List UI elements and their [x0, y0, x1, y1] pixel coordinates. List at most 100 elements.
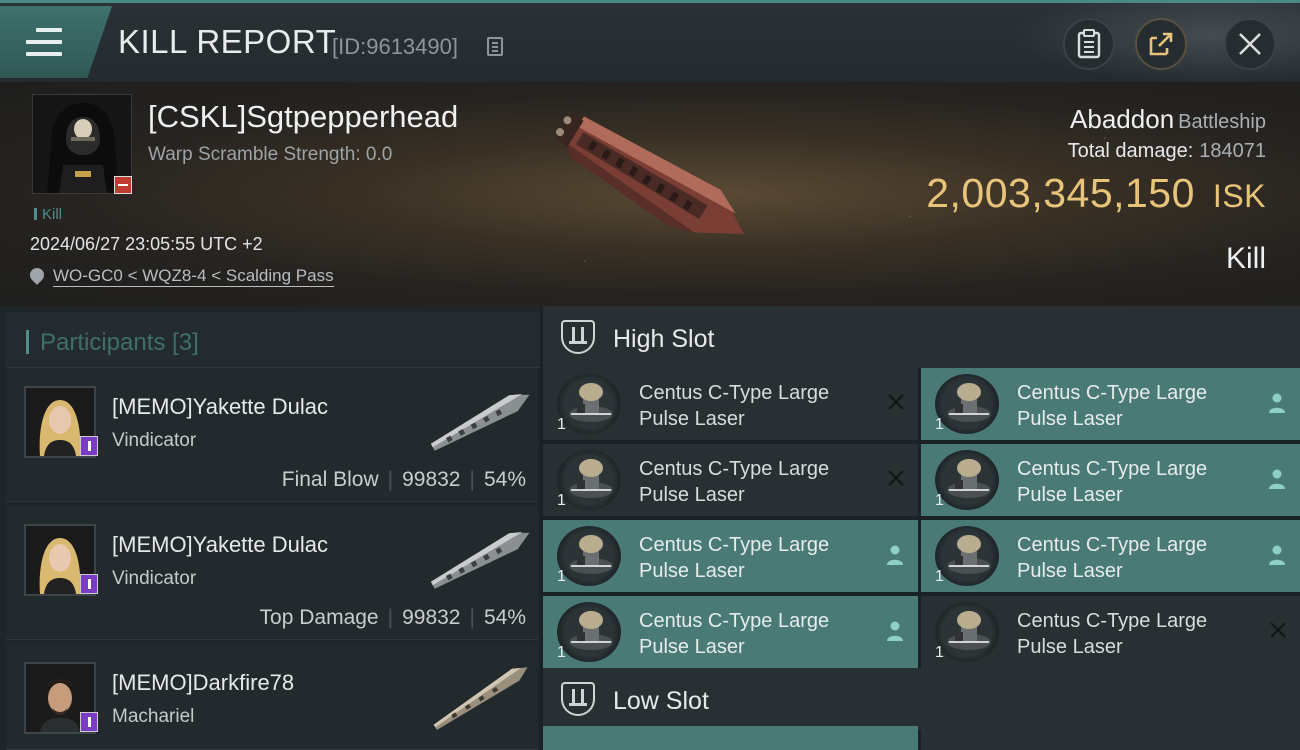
low-slot-header[interactable]: Low Slot — [543, 668, 1300, 730]
share-icon — [1149, 32, 1173, 56]
item-name-line2: Pulse Laser — [639, 636, 745, 658]
participant-role: Final Blow — [281, 468, 379, 491]
participant-name[interactable]: [MEMO]Yakette Dulac — [112, 532, 328, 558]
participants-header: Participants [3] — [6, 312, 540, 368]
total-damage: Total damage: 184071 — [1068, 140, 1266, 163]
item-name: Centus C-Type Large Pulse Laser — [1017, 608, 1247, 660]
high-slot-label: High Slot — [613, 325, 715, 353]
high-slot-icon — [561, 320, 595, 354]
isk-unit: ISK — [1212, 178, 1266, 214]
item-name-line1: Centus C-Type Large — [1017, 610, 1208, 632]
alliance-badge — [80, 436, 98, 456]
page-title: KILL REPORT — [118, 23, 337, 60]
location-pin-icon — [27, 265, 47, 285]
victim-ship-name[interactable]: Abaddon Battleship — [1070, 104, 1266, 135]
high-slot-header[interactable]: High Slot — [543, 306, 1300, 368]
item-quantity: 1 — [935, 568, 944, 585]
fitting-item[interactable]: 1 Centus C-Type Large Pulse Laser — [921, 596, 1300, 668]
item-icon-frame — [557, 374, 621, 434]
participant-ship-image — [430, 393, 530, 451]
item-quantity: 1 — [935, 644, 944, 661]
destroyed-x-icon — [886, 392, 906, 412]
participant-stats: Top Damage | 99832 | 54% — [259, 606, 526, 629]
kill-datetime: 2024/06/27 23:05:55 UTC +2 — [30, 234, 263, 254]
participant-row[interactable]: [MEMO]Yakette Dulac Vindicator Top Damag… — [6, 506, 538, 640]
participant-ship: Vindicator — [112, 430, 197, 451]
item-name: Centus C-Type Large Pulse Laser — [639, 380, 869, 432]
dropped-person-icon — [886, 544, 904, 566]
pulse-laser-icon — [569, 535, 613, 574]
dropped-person-icon — [1268, 468, 1286, 490]
destroyed-x-icon — [886, 468, 906, 488]
fitting-item[interactable]: 1 Centus C-Type Large Pulse Laser — [543, 520, 918, 592]
share-button[interactable] — [1135, 18, 1187, 70]
item-quantity: 1 — [935, 492, 944, 509]
participant-row[interactable]: [MEMO]Darkfire78 Machariel — [6, 644, 538, 750]
warp-scramble-strength: Warp Scramble Strength: 0.0 — [148, 144, 393, 165]
item-name: Centus C-Type Large Pulse Laser — [639, 456, 869, 508]
fitting-item[interactable]: 1 Centus C-Type Large Pulse Laser — [921, 368, 1300, 440]
corporation-badge — [114, 176, 132, 194]
destroyed-x-icon — [1268, 620, 1288, 640]
participant-damage: 99832 — [402, 606, 461, 629]
participant-name[interactable]: [MEMO]Yakette Dulac — [112, 394, 328, 420]
victim-name[interactable]: [CSKL]Sgtpepperhead — [148, 99, 458, 135]
alliance-badge — [80, 712, 98, 732]
item-icon-frame — [935, 450, 999, 510]
fitting-item[interactable]: 1 Centus C-Type Large Pulse Laser — [543, 596, 918, 668]
pulse-laser-icon — [569, 383, 613, 422]
pulse-laser-icon — [569, 459, 613, 498]
dropped-person-icon — [1268, 544, 1286, 566]
item-name: Centus C-Type Large Pulse Laser — [639, 608, 869, 660]
participant-stats: Final Blow | 99832 | 54% — [281, 468, 526, 491]
ship-class-text: Battleship — [1178, 111, 1266, 133]
item-icon-frame — [557, 526, 621, 586]
ship-name-text: Abaddon — [1070, 104, 1175, 134]
clipboard-button[interactable] — [1063, 18, 1115, 70]
total-damage-value: 184071 — [1199, 140, 1266, 162]
item-icon-frame — [935, 526, 999, 586]
pulse-laser-icon — [569, 611, 613, 650]
dropped-person-icon — [1268, 392, 1286, 414]
item-name-line2: Pulse Laser — [1017, 560, 1123, 582]
fitting-item[interactable]: 1 Centus C-Type Large Pulse Laser — [543, 444, 918, 516]
item-quantity: 1 — [557, 644, 566, 661]
close-button[interactable] — [1224, 18, 1276, 70]
item-name-line1: Centus C-Type Large — [1017, 458, 1208, 480]
copy-id-icon[interactable] — [487, 37, 503, 56]
pulse-laser-icon — [947, 611, 991, 650]
fitting-panel: High Slot 1 Centus C-Type Large Pulse Lase… — [543, 306, 1300, 750]
result-label: Kill — [1225, 242, 1266, 275]
low-slot-icon — [561, 682, 595, 716]
kill-tag: Kill — [34, 206, 62, 223]
item-name: Centus C-Type Large Pulse Laser — [1017, 532, 1247, 584]
item-name-line1: Centus C-Type Large — [1017, 534, 1208, 556]
fitting-item[interactable]: 1 Centus C-Type Large Pulse Laser — [543, 368, 918, 440]
item-quantity: 1 — [557, 492, 566, 509]
menu-button[interactable] — [0, 6, 112, 78]
item-name-line1: Centus C-Type Large — [639, 382, 830, 404]
pulse-laser-icon — [947, 383, 991, 422]
clipboard-icon — [1077, 29, 1101, 59]
item-name-line2: Pulse Laser — [639, 560, 745, 582]
participant-ship-image — [430, 531, 530, 589]
item-name: Centus C-Type Large Pulse Laser — [639, 532, 869, 584]
item-quantity: 1 — [557, 568, 566, 585]
item-name-line2: Pulse Laser — [1017, 484, 1123, 506]
participant-name[interactable]: [MEMO]Darkfire78 — [112, 670, 294, 696]
item-name-line1: Centus C-Type Large — [1017, 382, 1208, 404]
item-quantity: 1 — [557, 416, 566, 433]
total-damage-label: Total damage: — [1067, 140, 1194, 162]
participant-row[interactable]: [MEMO]Yakette Dulac Vindicator Final Blo… — [6, 368, 538, 502]
item-name-line1: Centus C-Type Large — [639, 458, 830, 480]
item-icon-frame — [557, 602, 621, 662]
fitting-item[interactable]: 1 Centus C-Type Large Pulse Laser — [921, 444, 1300, 516]
participant-ship-image — [433, 667, 528, 730]
item-name-line2: Pulse Laser — [1017, 636, 1123, 658]
kill-location[interactable]: WO-GC0 < WQZ8-4 < Scalding Pass — [27, 265, 334, 287]
fitting-item[interactable]: 1 Centus C-Type Large Pulse Laser — [921, 520, 1300, 592]
low-slot-items-peek — [543, 726, 1300, 750]
location-link[interactable]: WO-GC0 < WQZ8-4 < Scalding Pass — [53, 266, 334, 287]
item-name: Centus C-Type Large Pulse Laser — [1017, 380, 1247, 432]
item-name-line1: Centus C-Type Large — [639, 610, 830, 632]
